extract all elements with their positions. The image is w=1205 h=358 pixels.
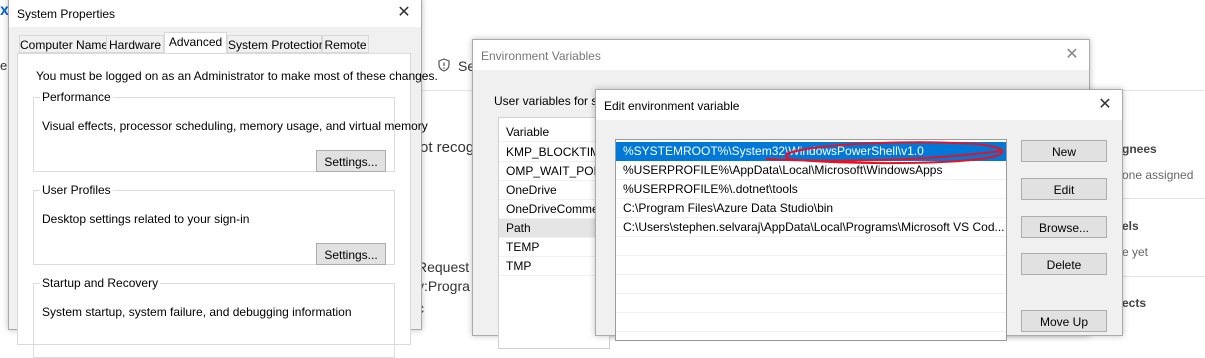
user-vars-label: User variables for st [494, 94, 601, 108]
user-profiles-group: User Profiles Desktop settings related t… [33, 183, 395, 265]
user-profiles-legend: User Profiles [42, 183, 111, 197]
env-vars-title: Environment Variables [481, 49, 601, 63]
tab-system-protection[interactable]: System Protection [227, 35, 325, 53]
user-profiles-settings-button[interactable]: Settings... [316, 243, 386, 265]
delete-button[interactable]: Delete [1021, 253, 1107, 275]
bg-line-2: Request " [417, 259, 479, 275]
sidebar-assignees[interactable]: gnees [1122, 142, 1157, 156]
close-icon[interactable]: ✕ [1094, 95, 1116, 115]
list-item[interactable]: OneDriveComme [499, 200, 609, 219]
admin-note: You must be logged on as an Administrato… [36, 69, 438, 83]
user-vars-list[interactable]: Variable KMP_BLOCKTIME OMP_WAIT_POLI One… [498, 117, 610, 349]
move-up-button[interactable]: Move Up [1021, 310, 1107, 332]
tab-computer-name[interactable]: Computer Name [19, 35, 108, 53]
sidebar-labels[interactable]: els [1122, 219, 1139, 233]
system-properties-window: System Properties ✕ Computer Name Hardwa… [8, 0, 438, 358]
tab-panel: You must be logged on as an Administrato… [17, 53, 438, 358]
red-annotation-scribble [765, 141, 1004, 165]
close-icon[interactable]: ✕ [393, 3, 415, 23]
sidebar-divider-2 [1122, 276, 1205, 277]
shield-icon [437, 58, 451, 72]
left-edge-text: e [0, 58, 8, 73]
list-item[interactable]: KMP_BLOCKTIME [499, 143, 609, 162]
browse-button[interactable]: Browse... [1021, 216, 1107, 238]
tab-advanced[interactable]: Advanced [164, 32, 227, 54]
list-item[interactable]: TMP [499, 257, 609, 276]
edit-button[interactable]: Edit [1021, 178, 1107, 200]
edit-env-title: Edit environment variable [604, 99, 740, 113]
edit-env-titlebar[interactable]: Edit environment variable ✕ [596, 90, 1122, 120]
sidebar-projects[interactable]: ects [1122, 296, 1146, 310]
performance-settings-button[interactable]: Settings... [316, 150, 386, 172]
list-item[interactable]: OMP_WAIT_POLI [499, 162, 609, 181]
tab-remote[interactable]: Remote [322, 35, 369, 53]
list-item[interactable]: TEMP [499, 238, 609, 257]
bg-line-1: ot recog [420, 139, 475, 156]
sidebar-none-yet: e yet [1122, 245, 1149, 259]
startup-recovery-legend: Startup and Recovery [42, 276, 159, 290]
path-entries-list[interactable]: %SYSTEMROOT%\System32\WindowsPowerShell\… [615, 139, 1007, 341]
performance-legend: Performance [42, 90, 111, 104]
user-profiles-text: Desktop settings related to your sign-in [42, 212, 250, 226]
startup-recovery-text: System startup, system failure, and debu… [42, 305, 352, 319]
performance-group: Performance Visual effects, processor sc… [33, 90, 428, 172]
list-item-selected[interactable]: Path [499, 219, 609, 238]
list-item[interactable]: OneDrive [499, 181, 609, 200]
startup-recovery-group: Startup and Recovery System startup, sys… [33, 276, 395, 358]
window-title: System Properties [17, 7, 116, 21]
tab-hardware[interactable]: Hardware [106, 35, 164, 53]
close-icon[interactable]: ✕ [1061, 45, 1083, 65]
sidebar-none-assigned: one assigned [1122, 168, 1194, 182]
edit-environment-variable-window: Edit environment variable ✕ %SYSTEMROOT%… [595, 89, 1123, 341]
system-properties-titlebar[interactable]: System Properties ✕ [9, 0, 421, 27]
sidebar-divider-1 [1122, 198, 1205, 199]
column-header[interactable]: Variable [499, 122, 609, 142]
bg-line-3: v:Progra [417, 278, 470, 294]
env-vars-titlebar[interactable]: Environment Variables ✕ [473, 40, 1089, 70]
new-button[interactable]: New [1021, 140, 1107, 162]
performance-text: Visual effects, processor scheduling, me… [42, 119, 428, 133]
